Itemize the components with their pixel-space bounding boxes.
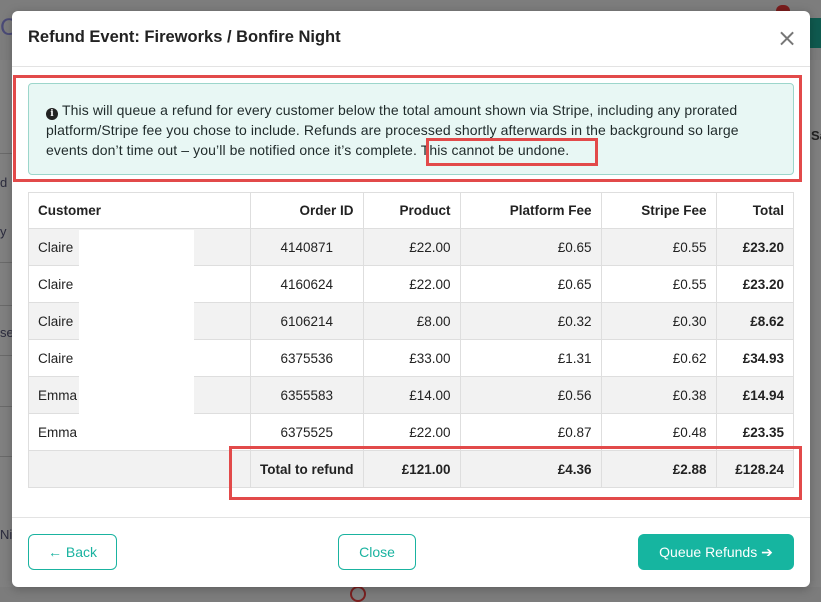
cell-product: £22.00 bbox=[362, 265, 461, 303]
total-amount: £128.24 bbox=[715, 450, 794, 488]
cell-total: £8.62 bbox=[715, 302, 794, 340]
cell-stripe-fee: £0.30 bbox=[600, 302, 717, 340]
cell-platform-fee: £0.32 bbox=[459, 302, 602, 340]
queue-refunds-button[interactable]: Queue Refunds ➔ bbox=[638, 534, 794, 570]
background-footer bbox=[0, 587, 821, 602]
column-header-total: Total bbox=[715, 192, 794, 229]
background-divider bbox=[0, 456, 12, 457]
cell-product: £8.00 bbox=[362, 302, 461, 340]
cell-total: £34.93 bbox=[715, 339, 794, 377]
cell-stripe-fee: £0.48 bbox=[600, 413, 717, 451]
cell-order-id: 4160624 bbox=[250, 265, 364, 303]
cell-total-empty bbox=[28, 450, 251, 488]
total-label: Total to refund bbox=[250, 450, 364, 488]
cell-order-id: 6375525 bbox=[250, 413, 364, 451]
cell-platform-fee: £0.56 bbox=[459, 376, 602, 414]
close-button[interactable]: Close bbox=[338, 534, 416, 570]
cell-stripe-fee: £0.62 bbox=[600, 339, 717, 377]
background-status-icon bbox=[350, 586, 366, 602]
total-product: £121.00 bbox=[362, 450, 461, 488]
cell-product: £33.00 bbox=[362, 339, 461, 377]
cell-customer: Emma bbox=[28, 413, 251, 451]
cell-platform-fee: £0.65 bbox=[459, 265, 602, 303]
cell-stripe-fee: £0.38 bbox=[600, 376, 717, 414]
cell-platform-fee: £0.65 bbox=[459, 228, 602, 266]
cell-product: £22.00 bbox=[362, 413, 461, 451]
close-icon[interactable]: × bbox=[776, 26, 798, 50]
total-stripe-fee: £2.88 bbox=[600, 450, 717, 488]
cell-order-id: 6375536 bbox=[250, 339, 364, 377]
column-header-product: Product bbox=[362, 192, 461, 229]
cell-order-id: 6355583 bbox=[250, 376, 364, 414]
refund-modal: Refund Event: Fireworks / Bonfire Night … bbox=[12, 11, 810, 587]
background-left-text: y bbox=[0, 224, 7, 239]
table-row: Emma 6375525 £22.00 £0.87 £0.48 £23.35 bbox=[28, 413, 794, 451]
back-button[interactable]: ← Back bbox=[28, 534, 117, 570]
background-partial-text: Sa bbox=[811, 128, 821, 143]
refund-info-alert: i This will queue a refund for every cust… bbox=[28, 83, 794, 175]
column-header-stripe-fee: Stripe Fee bbox=[600, 192, 717, 229]
background-left-text: d bbox=[0, 175, 8, 190]
background-divider bbox=[0, 262, 12, 263]
cell-product: £14.00 bbox=[362, 376, 461, 414]
column-header-customer: Customer bbox=[28, 192, 251, 229]
cell-order-id: 4140871 bbox=[250, 228, 364, 266]
alert-text: This will queue a refund for every custo… bbox=[46, 102, 739, 158]
cell-order-id: 6106214 bbox=[250, 302, 364, 340]
background-divider bbox=[0, 406, 12, 407]
cell-total: £23.35 bbox=[715, 413, 794, 451]
cell-total: £14.94 bbox=[715, 376, 794, 414]
cell-total: £23.20 bbox=[715, 228, 794, 266]
background-left-text: Ni bbox=[0, 527, 13, 542]
cell-product: £22.00 bbox=[362, 228, 461, 266]
table-header-row: Customer Order ID Product Platform Fee S… bbox=[28, 192, 794, 229]
cell-total: £23.20 bbox=[715, 265, 794, 303]
info-circle-icon: i bbox=[46, 108, 58, 120]
background-divider bbox=[0, 305, 12, 306]
cell-stripe-fee: £0.55 bbox=[600, 228, 717, 266]
cell-platform-fee: £0.87 bbox=[459, 413, 602, 451]
cell-stripe-fee: £0.55 bbox=[600, 265, 717, 303]
modal-footer-divider bbox=[12, 517, 810, 518]
modal-header: Refund Event: Fireworks / Bonfire Night … bbox=[12, 11, 810, 67]
total-row: Total to refund £121.00 £4.36 £2.88 £128… bbox=[28, 450, 794, 488]
column-header-platform-fee: Platform Fee bbox=[459, 192, 602, 229]
total-platform-fee: £4.36 bbox=[459, 450, 602, 488]
cell-platform-fee: £1.31 bbox=[459, 339, 602, 377]
redacted-surnames bbox=[79, 230, 194, 414]
background-divider bbox=[0, 355, 12, 356]
column-header-order-id: Order ID bbox=[250, 192, 364, 229]
modal-title: Refund Event: Fireworks / Bonfire Night bbox=[28, 28, 341, 46]
alert-warning: This cannot be undone. bbox=[420, 142, 570, 158]
background-divider bbox=[0, 153, 12, 154]
